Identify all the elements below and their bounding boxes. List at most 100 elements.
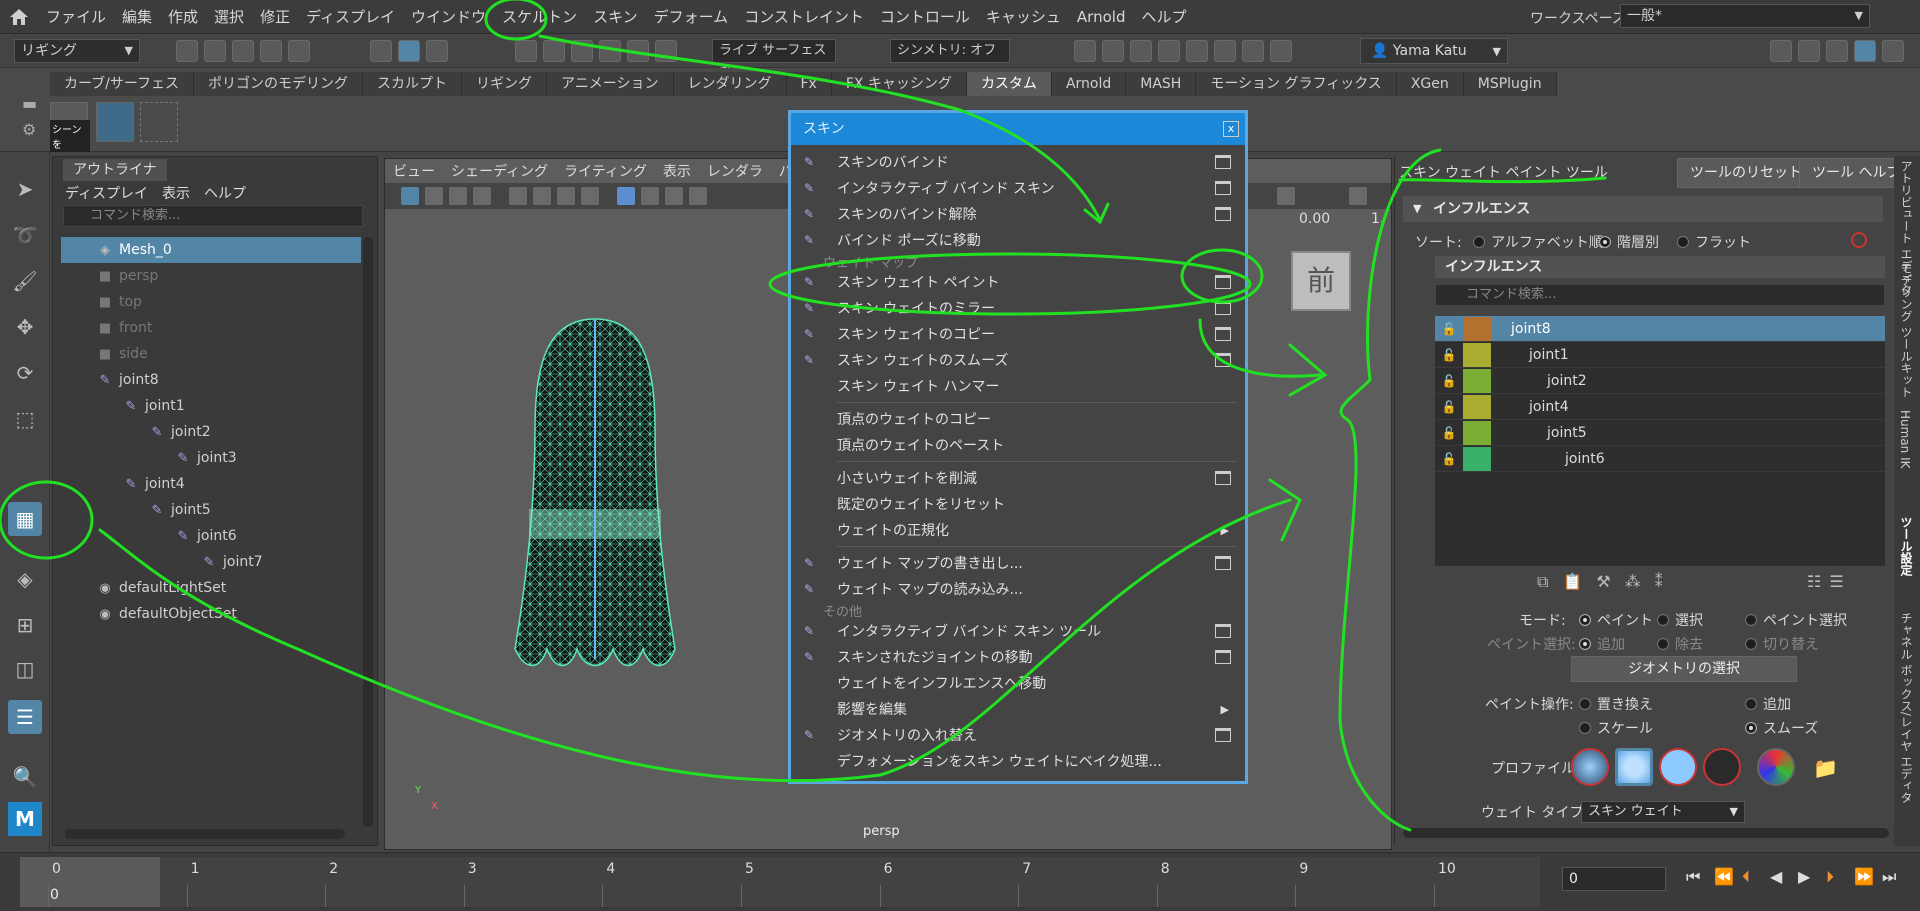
outliner-menu-item[interactable]: 表示	[162, 183, 190, 203]
outliner-item[interactable]: ✎ joint4	[61, 471, 361, 497]
menu-item[interactable]: ウインドウ	[403, 0, 494, 34]
shelf-tab[interactable]: リギング	[462, 72, 548, 96]
shelf-tab[interactable]: Arnold	[1051, 72, 1127, 96]
option-box-icon[interactable]	[1215, 181, 1231, 195]
copy-icon[interactable]: ⧉	[1537, 572, 1548, 592]
skin-menu-item[interactable]: 影響を編集 ▶	[791, 696, 1245, 722]
outliner-item[interactable]: ✎ joint1	[61, 393, 361, 419]
snap-curve-icon[interactable]	[543, 40, 565, 62]
shelf-tab[interactable]: Fx	[786, 72, 832, 96]
go-to-end-icon[interactable]: ⏭	[1882, 867, 1896, 887]
tab-channel-box[interactable]: チャネル ボックス/レイヤ エディタ	[1898, 612, 1915, 804]
profile-soft-icon[interactable]	[1615, 748, 1653, 786]
step-back-frame-icon[interactable]: ⏴	[1742, 867, 1750, 887]
list-detail-icon[interactable]: ☰	[1829, 572, 1843, 591]
attribute-editor-icon[interactable]	[1826, 40, 1848, 62]
film-gate-icon[interactable]	[557, 187, 575, 205]
paint-op-smooth[interactable]: スムーズ	[1745, 718, 1818, 738]
option-box-icon[interactable]	[1215, 301, 1231, 315]
menu-item[interactable]: スケルトン	[494, 0, 585, 34]
shelf-tab[interactable]: カーブ/サーフェス	[50, 72, 195, 96]
shelf-button-empty[interactable]	[140, 102, 178, 142]
sort-hierarchy[interactable]: 階層別	[1599, 232, 1659, 252]
skin-menu-item[interactable]: ✎ スキン ウェイトのスムーズ	[791, 347, 1245, 373]
exposure-icon[interactable]	[1277, 187, 1295, 205]
outliner-item[interactable]: ◈ Mesh_0	[61, 237, 361, 263]
paint-skin-weights-tool-icon[interactable]: ▦	[8, 502, 42, 536]
shelf-tab[interactable]: XGen	[1396, 72, 1464, 96]
outliner-item[interactable]: ✎ joint8	[61, 367, 361, 393]
mode-paint-select[interactable]: ペイント選択	[1745, 610, 1847, 630]
select-tool-icon[interactable]: ➤	[8, 172, 42, 206]
shelf-menu-icon[interactable]: ▬	[22, 94, 37, 113]
wireframe-icon[interactable]	[617, 187, 635, 205]
paint-select-toggle[interactable]: 切り替え	[1745, 634, 1819, 654]
open-scene-icon[interactable]	[204, 40, 226, 62]
lighting-icon[interactable]	[689, 187, 707, 205]
menu-item[interactable]: コンストレイント	[736, 0, 872, 34]
camera-attributes-icon[interactable]	[401, 187, 419, 205]
option-box-icon[interactable]	[1215, 155, 1231, 169]
mode-paint[interactable]: ペイント	[1579, 610, 1653, 630]
shelf-tab[interactable]: カスタム	[966, 72, 1052, 96]
outliner-item[interactable]: ■ persp	[61, 263, 361, 289]
weight-type-select[interactable]: スキン ウェイト ▼	[1581, 801, 1745, 823]
skin-menu-item[interactable]: ✎ スキン ウェイト ペイント	[791, 269, 1245, 295]
texture-icon[interactable]	[665, 187, 683, 205]
viewport-menu-item[interactable]: シェーディング	[451, 161, 548, 181]
channel-box-icon[interactable]	[1882, 40, 1904, 62]
gamma-value[interactable]: 1.	[1371, 211, 1384, 227]
two-view-icon[interactable]: ◫	[8, 652, 42, 686]
play-icon[interactable]	[1242, 40, 1264, 62]
skin-menu-title-bar[interactable]: スキン x	[791, 113, 1245, 145]
lock-icon[interactable]: 🔓	[1435, 348, 1463, 362]
outliner-item[interactable]: ◉ defaultLightSet	[61, 575, 361, 601]
close-icon[interactable]: x	[1223, 121, 1239, 137]
menu-item[interactable]: ヘルプ	[1133, 0, 1194, 34]
option-box-icon[interactable]	[1215, 650, 1231, 664]
mode-select[interactable]: 選択	[1657, 610, 1703, 630]
home-icon[interactable]	[0, 0, 38, 34]
paint-select-remove[interactable]: 除去	[1657, 634, 1703, 654]
move-tool-icon[interactable]: ✥	[8, 310, 42, 344]
skin-menu-item[interactable]: ✎ スキン ウェイトのミラー	[791, 295, 1245, 321]
outliner-item[interactable]: ✎ joint7	[61, 549, 361, 575]
render-frame-icon[interactable]	[1102, 40, 1124, 62]
skin-menu-item[interactable]: 頂点のウェイトのコピー	[791, 406, 1245, 432]
joint-select-icon[interactable]: ⁂	[1625, 572, 1641, 592]
select-geometry-button[interactable]: ジオメトリの選択	[1571, 656, 1797, 682]
skin-menu-item[interactable]: ✎ スキンされたジョイントの移動	[791, 644, 1245, 670]
shelf-tab[interactable]: MSPlugin	[1463, 72, 1557, 96]
folder-icon[interactable]: 📁	[1813, 756, 1838, 780]
influence-color-swatch[interactable]	[1463, 342, 1491, 367]
play-backward-icon[interactable]: ◀	[1770, 867, 1782, 886]
save-scene-icon[interactable]	[232, 40, 254, 62]
2d-pan-icon[interactable]	[473, 187, 491, 205]
lock-icon[interactable]: 🔓	[1435, 322, 1463, 336]
shelf-tab[interactable]: アニメーション	[547, 72, 674, 96]
influence-row[interactable]: 🔓 joint8	[1435, 316, 1885, 342]
outliner-search-input[interactable]: コマンド検索...	[63, 205, 363, 227]
render-settings-icon[interactable]	[1158, 40, 1180, 62]
shelf-tab[interactable]: FX キャッシング	[831, 72, 967, 96]
grease-pencil-icon[interactable]	[509, 187, 527, 205]
option-box-icon[interactable]	[1215, 471, 1231, 485]
grid-icon[interactable]	[533, 187, 551, 205]
clear-icon[interactable]	[1851, 232, 1867, 248]
menu-item[interactable]: スキン	[585, 0, 646, 34]
influence-row[interactable]: 🔓 joint6	[1435, 446, 1885, 472]
step-back-key-icon[interactable]: ⏪	[1714, 867, 1734, 886]
reset-tool-button[interactable]: ツールのリセット	[1677, 158, 1815, 188]
menu-item[interactable]: Arnold	[1069, 0, 1134, 34]
ipr-icon[interactable]	[1130, 40, 1152, 62]
skin-menu-item[interactable]: ✎ ジオメトリの入れ替え	[791, 722, 1245, 748]
resolution-gate-icon[interactable]	[581, 187, 599, 205]
skin-menu-item[interactable]: ✎ インタラクティブ バインド スキン	[791, 175, 1245, 201]
influence-row[interactable]: 🔓 joint5	[1435, 420, 1885, 446]
redo-icon[interactable]	[288, 40, 310, 62]
lock-icon[interactable]: 🔓	[1435, 452, 1463, 466]
outliner-item[interactable]: ✎ joint3	[61, 445, 361, 471]
viewport-menu-item[interactable]: 表示	[663, 161, 691, 181]
select-object-icon[interactable]	[398, 40, 420, 62]
menu-item[interactable]: 選択	[206, 0, 252, 34]
